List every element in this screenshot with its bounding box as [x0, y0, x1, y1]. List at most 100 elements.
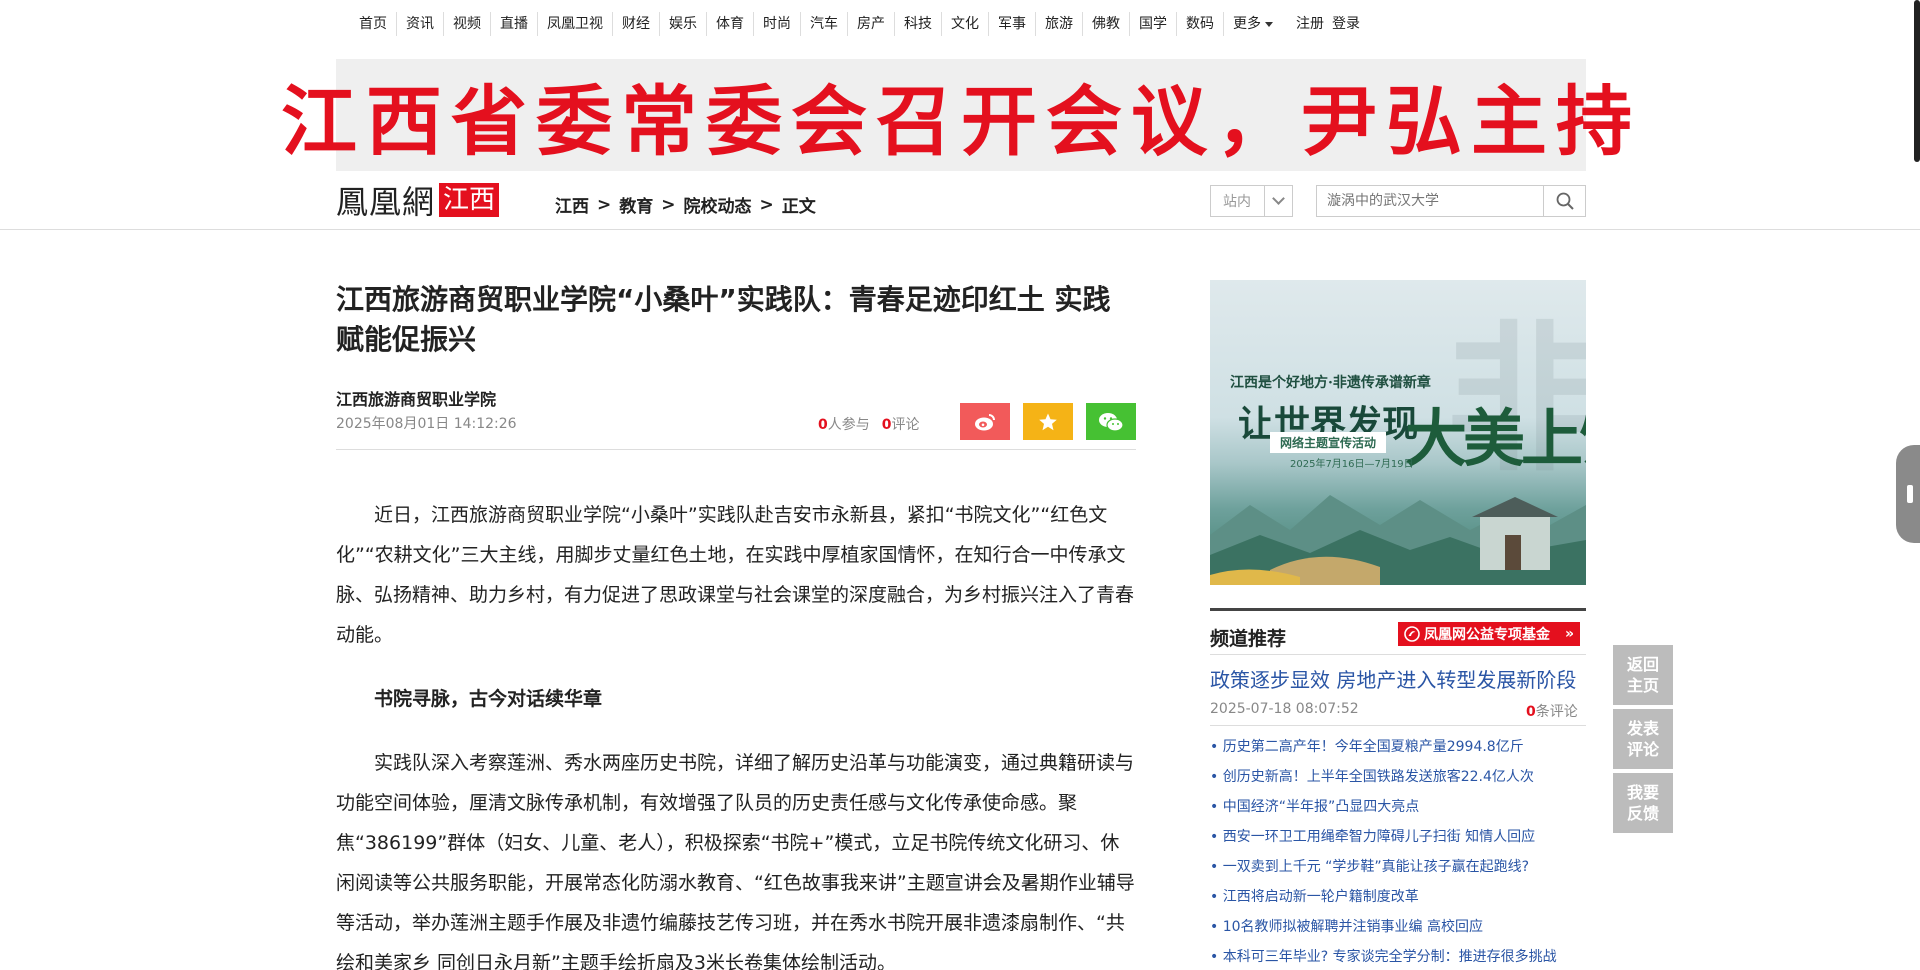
recommend-item[interactable]: 10名教师拟被解聘并注销事业编 高校回应 — [1210, 912, 1586, 942]
featured-time: 2025-07-18 08:07:52 — [1210, 701, 1359, 717]
promo-line1: 江西是个好地方·非遗传承谱新章 — [1230, 375, 1431, 391]
featured-comments-count: 0 — [1526, 704, 1536, 720]
recommend-item[interactable]: 西安一环卫工用绳牵智力障碍儿子扫街 知情人回应 — [1210, 822, 1586, 852]
participants-label: 人参与 — [827, 417, 870, 433]
breadcrumb-separator: > — [661, 194, 676, 215]
participants-stat[interactable]: 0人参与 — [818, 414, 870, 434]
sidebar-heading: 频道推荐 — [1210, 628, 1287, 650]
nav-more-label: 更多 — [1233, 16, 1261, 32]
nav-item[interactable]: 娱乐 — [659, 12, 706, 36]
nav-item[interactable]: 资讯 — [396, 12, 443, 36]
article-title: 江西旅游商贸职业学院“小桑叶”实践队：青春足迹印红土 实践赋能促振兴 — [336, 283, 1111, 356]
charity-fund-link[interactable]: 凤凰网公益专项基金 » — [1398, 622, 1580, 646]
sidebar-divider-top — [1210, 608, 1586, 611]
login-link[interactable]: 登录 — [1328, 12, 1364, 36]
nav-item[interactable]: 汽车 — [800, 12, 847, 36]
nav-item[interactable]: 首页 — [350, 12, 396, 36]
caret-down-icon — [1265, 21, 1273, 27]
article-source[interactable]: 江西旅游商贸职业学院 — [336, 386, 496, 410]
back-home-button[interactable]: 返回主页 — [1613, 645, 1673, 705]
search-button[interactable] — [1543, 186, 1585, 216]
recommend-item[interactable]: 一双卖到上千元 “学步鞋”真能让孩子赢在起跑线? — [1210, 852, 1586, 882]
nav-item[interactable]: 国学 — [1129, 12, 1176, 36]
recommend-item[interactable]: 中国经济“半年报”凸显四大亮点 — [1210, 792, 1586, 822]
nav-item[interactable]: 房产 — [847, 12, 894, 36]
nav-item[interactable]: 直播 — [490, 12, 537, 36]
promo-line4: 2025年7月16日—7月19日 — [1290, 459, 1414, 470]
landscape-illustration — [1210, 495, 1586, 585]
sidebar-divider — [1210, 654, 1586, 655]
nav-item[interactable]: 凤凰卫视 — [537, 12, 612, 36]
nav-item[interactable]: 时尚 — [753, 12, 800, 36]
breadcrumb-separator: > — [597, 194, 612, 215]
floating-toolbar: 返回主页 发表评论 我要反馈 — [1613, 645, 1673, 833]
favorite-button[interactable] — [1023, 403, 1073, 440]
logo-text: 鳳凰網 — [336, 183, 436, 221]
recommend-list: 历史第二高产年！今年全国夏粮产量2994.8亿斤创历史新高！上半年全国铁路发送旅… — [1210, 732, 1586, 970]
double-chevron-right-icon: » — [1564, 626, 1574, 642]
nav-item[interactable]: 数码 — [1176, 12, 1223, 36]
nav-item[interactable]: 旅游 — [1035, 12, 1082, 36]
article-paragraph: 近日，江西旅游商贸职业学院“小桑叶”实践队赴吉安市永新县，紧扣“书院文化”“红色… — [336, 504, 1135, 646]
weibo-icon — [975, 413, 995, 430]
article-stats: 0人参与 0评论 — [818, 414, 920, 434]
nav-item[interactable]: 财经 — [612, 12, 659, 36]
share-bar — [960, 403, 1136, 440]
breadcrumb-current: 正文 — [781, 197, 816, 217]
chevron-down-icon[interactable] — [1264, 186, 1292, 216]
promo-line3: 网络主题宣传活动 — [1270, 432, 1387, 453]
top-nav: 首页 资讯 视频 直播 凤凰卫视 财经 娱乐 体育 时尚 汽车 房产 科技 文化 军事 旅游 佛教 国学 数码 更多… — [350, 12, 1364, 36]
site-header: 鳳凰網 江西 江西 > 教育 > 院校动态 > 正文 站内 — [0, 180, 1920, 230]
phoenix-logo-icon — [1404, 626, 1420, 642]
search-icon — [1556, 192, 1574, 210]
share-wechat-button[interactable] — [1086, 403, 1136, 440]
featured-comments-label: 条评论 — [1535, 704, 1578, 720]
post-comment-button[interactable]: 发表评论 — [1613, 709, 1673, 769]
recommend-item[interactable]: 历史第二高产年！今年全国夏粮产量2994.8亿斤 — [1210, 732, 1586, 762]
comments-count: 0 — [881, 417, 892, 433]
participants-count: 0 — [818, 417, 828, 433]
nav-more-menu[interactable]: 更多 — [1223, 12, 1282, 36]
article-divider — [336, 449, 1136, 450]
sidebar-divider — [1210, 725, 1586, 726]
nav-item[interactable]: 科技 — [894, 12, 941, 36]
star-icon — [1039, 413, 1057, 430]
recommend-item[interactable]: 本科可三年毕业? 专家谈完全学分制：推进存很多挑战 — [1210, 942, 1586, 970]
breadcrumb-item[interactable]: 院校动态 — [684, 192, 752, 217]
search-scope-value: 站内 — [1223, 194, 1251, 210]
article-body: 近日，江西旅游商贸职业学院“小桑叶”实践队赴吉安市永新县，紧扣“书院文化”“红色… — [336, 495, 1136, 970]
side-drawer-handle[interactable] — [1896, 445, 1920, 543]
breadcrumb-item[interactable]: 江西 — [555, 192, 589, 217]
featured-comments[interactable]: 0条评论 — [1526, 701, 1578, 721]
article-time: 2025年08月01日 14:12:26 — [336, 416, 517, 432]
share-weibo-button[interactable] — [960, 403, 1010, 440]
charity-fund-label: 凤凰网公益专项基金 — [1424, 627, 1550, 643]
promo-big-text: 大美上饶 — [1405, 402, 1586, 475]
recommend-item[interactable]: 江西将启动新一轮户籍制度改革 — [1210, 882, 1586, 912]
site-logo[interactable]: 鳳凰網 江西 — [336, 182, 500, 221]
nav-item[interactable]: 视频 — [443, 12, 490, 36]
wechat-icon — [1099, 412, 1124, 432]
nav-item[interactable]: 文化 — [941, 12, 988, 36]
comments-label: 评论 — [891, 417, 920, 433]
search-box — [1316, 185, 1586, 217]
breadcrumb-item[interactable]: 教育 — [619, 192, 653, 217]
search-scope-select[interactable]: 站内 — [1210, 185, 1293, 217]
register-link[interactable]: 注册 — [1292, 12, 1328, 36]
account-links: 注册 登录 — [1292, 12, 1364, 36]
promo-image[interactable]: 非 江西是个好地方·非遗传承谱新章 让世界发现 大美上饶 网络主题宣传活动 20… — [1210, 280, 1586, 585]
scrollbar[interactable] — [1914, 0, 1920, 162]
headline-banner[interactable]: 江西省委常委会召开会议，尹弘主持 — [281, 59, 1632, 171]
breadcrumb: 江西 > 教育 > 院校动态 > 正文 — [555, 192, 816, 218]
article-paragraph: 实践队深入考察莲洲、秀水两座历史书院，详细了解历史沿革与功能演变，通过典籍研读与… — [336, 752, 1135, 970]
logo-region: 江西 — [439, 183, 500, 217]
feedback-button[interactable]: 我要反馈 — [1613, 773, 1673, 833]
nav-item[interactable]: 体育 — [706, 12, 753, 36]
featured-link[interactable]: 政策逐步显效 房地产进入转型发展新阶段 — [1210, 664, 1576, 693]
nav-item[interactable]: 佛教 — [1082, 12, 1129, 36]
article-subhead: 书院寻脉，古今对话续华章 — [374, 688, 603, 710]
nav-item[interactable]: 军事 — [988, 12, 1035, 36]
recommend-item[interactable]: 创历史新高！上半年全国铁路发送旅客22.4亿人次 — [1210, 762, 1586, 792]
search-input[interactable] — [1317, 186, 1543, 216]
comments-stat[interactable]: 0评论 — [882, 414, 920, 434]
